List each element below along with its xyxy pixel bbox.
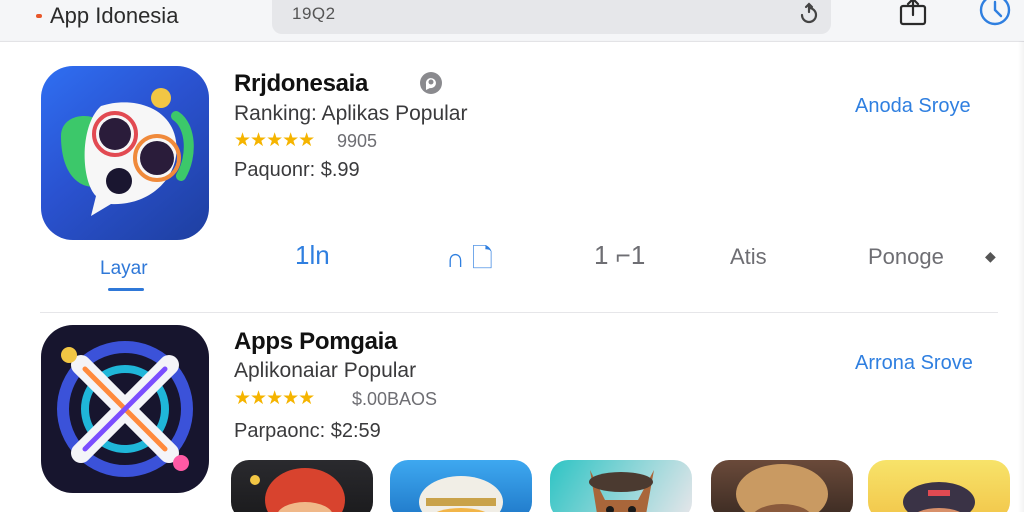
second-get-link[interactable]: Arrona Srove (855, 352, 973, 375)
featured-app-icon[interactable] (41, 66, 209, 240)
second-app-icon[interactable] (41, 325, 209, 493)
search-bar[interactable]: 19Q2 (272, 0, 831, 34)
chat-badge-icon (420, 72, 442, 94)
top-bar: App Idonesia 19Q2 (0, 0, 1024, 40)
second-app-title[interactable]: Apps Pomgaia (234, 328, 397, 356)
second-app-subtitle: Aplikonaiar Popular (234, 359, 417, 382)
tab-screenshots[interactable]: Layar (100, 258, 148, 280)
more-chevron-icon[interactable]: ◆ (985, 248, 996, 265)
tab-active-indicator (108, 288, 144, 291)
featured-app-title[interactable]: Rrjdonesaia (234, 70, 368, 98)
screenshot-thumb-5[interactable] (868, 460, 1010, 512)
featured-app-subtitle: Ranking: Aplikas Popular (234, 102, 468, 125)
refresh-icon[interactable] (795, 0, 823, 28)
brand-label: App Idonesia (50, 3, 179, 28)
character-fox-icon (589, 470, 654, 512)
featured-get-link[interactable]: Anoda Sroye (855, 95, 971, 118)
brand-dot-icon (36, 14, 42, 18)
share-icon[interactable] (896, 0, 930, 30)
screenshot-thumb-1[interactable] (231, 460, 373, 512)
featured-rating-count: 9905 (337, 131, 378, 151)
screenshot-thumb-4[interactable] (711, 460, 853, 512)
character-helmet-icon (419, 476, 503, 512)
featured-price: Paquonr: $.99 (234, 159, 360, 181)
segment-3[interactable]: 1 ⌐1 (594, 240, 645, 271)
segment-2[interactable]: ∩ 🗋 (446, 240, 493, 284)
scroll-edge (1018, 41, 1024, 512)
app-brand[interactable]: App Idonesia (36, 3, 178, 29)
second-app-logo-icon (57, 341, 193, 477)
character-red-hat-icon (250, 468, 345, 512)
search-input[interactable]: 19Q2 (292, 4, 336, 24)
segment-5[interactable]: Ponoge (868, 244, 944, 270)
character-cap-icon (903, 482, 975, 512)
featured-app-logo-icon (61, 88, 194, 216)
featured-rating-stars: ★★★★★ (234, 130, 315, 151)
screenshot-thumb-2[interactable] (390, 460, 532, 512)
history-icon[interactable] (975, 0, 1015, 34)
second-rating-count: $.00BAOS (352, 389, 438, 409)
second-price: Parpaonc: $2:59 (234, 420, 381, 442)
segment-4[interactable]: Atis (730, 244, 767, 270)
second-rating-stars: ★★★★★ (234, 388, 315, 409)
screenshot-thumb-3[interactable] (550, 460, 692, 512)
segment-1[interactable]: 1ln (295, 240, 330, 271)
list-divider (40, 312, 998, 313)
character-fur-hat-icon (736, 464, 828, 512)
